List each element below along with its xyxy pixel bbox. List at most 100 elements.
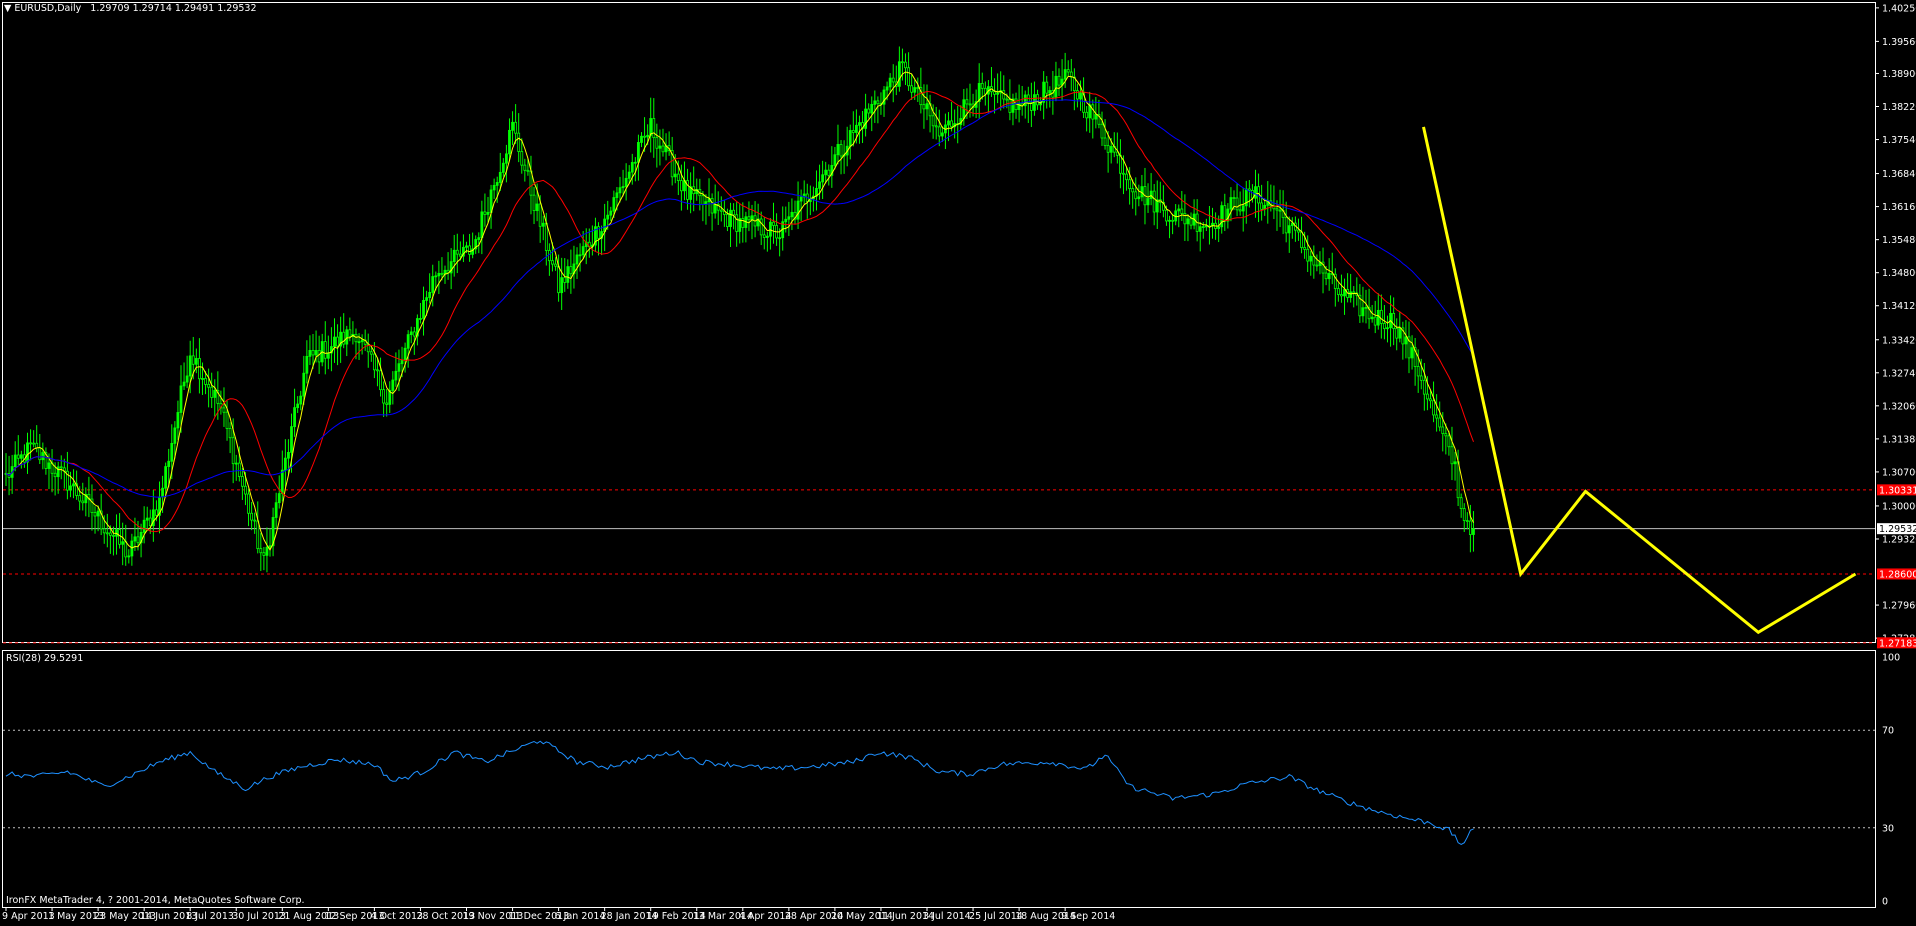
candle-body (1091, 104, 1095, 120)
candle-body (477, 237, 481, 240)
candle-body (314, 350, 318, 356)
candle-body (259, 548, 263, 554)
candle-body (1171, 219, 1174, 222)
candle-body (1275, 208, 1279, 211)
candle-body (379, 370, 382, 391)
candle-body (296, 403, 300, 409)
candle-body (784, 218, 788, 223)
candle-body (1404, 336, 1408, 345)
candle-body (517, 132, 521, 152)
candle-body (1303, 247, 1307, 250)
candle-body (142, 519, 146, 533)
candle-body (489, 189, 493, 213)
candle-body (1109, 146, 1113, 153)
candle-body (376, 369, 379, 372)
candle-body (713, 203, 717, 214)
candle-body (155, 509, 158, 516)
candle-body (778, 237, 782, 240)
candle-body (891, 77, 895, 83)
rsi-tick-label: 0 (1882, 897, 1888, 908)
candle-body (391, 379, 395, 391)
candle-body (121, 541, 125, 545)
candle-body (535, 203, 539, 211)
candle-body (633, 161, 637, 164)
candle-body (658, 145, 662, 149)
candle-body (873, 100, 877, 105)
candle-body (934, 125, 938, 128)
candle-body (910, 85, 914, 93)
candle-body (1125, 173, 1128, 181)
candle-body (1235, 197, 1239, 211)
price-tick-label: 1.39560 (1882, 37, 1916, 48)
candle-body (81, 500, 85, 504)
candle-body (1201, 226, 1205, 228)
candle-body (1315, 264, 1319, 267)
candle-body (207, 383, 211, 388)
candle-body (750, 215, 754, 221)
chart-canvas[interactable]: 1.40250 1.39560 1.38900 1.38220 1.37540 1.368… (0, 0, 1916, 926)
candle-body (342, 331, 346, 345)
candle-body (661, 145, 665, 153)
candle-body (293, 407, 296, 428)
rsi-title: RSI(28) 29.5291 (6, 653, 83, 664)
candle-body (1447, 435, 1451, 448)
time-tick-label: 4 Apr 2014 (739, 911, 792, 922)
candle-body (468, 245, 471, 255)
candle-body (1054, 75, 1058, 98)
candle-body (299, 395, 303, 405)
candle-body (836, 144, 840, 156)
candle-body (290, 426, 293, 453)
candle-body (1223, 205, 1227, 222)
candle-body (256, 520, 260, 549)
candle-body (993, 91, 996, 95)
candle-body (1134, 191, 1138, 200)
candle-body (901, 61, 904, 64)
time-tick-label: 9 Apr 2013 (2, 911, 55, 922)
candle-body (1177, 208, 1181, 212)
candle-body (422, 300, 425, 319)
candle-body (1254, 186, 1257, 199)
candle-body (888, 77, 892, 88)
candle-body (1128, 179, 1132, 189)
candle-body (508, 129, 511, 155)
candle-body (833, 154, 837, 166)
candle-body (498, 171, 502, 183)
candle-body (726, 214, 729, 227)
candle-body (649, 118, 653, 136)
candle-body (53, 472, 57, 478)
candle-body (1336, 288, 1340, 295)
candle-body (412, 331, 416, 337)
candle-body (796, 200, 800, 220)
candle-body (922, 104, 926, 110)
candle-body (302, 372, 306, 397)
candle-body (78, 495, 82, 502)
candle-body (425, 297, 428, 301)
candle-body (228, 428, 232, 439)
candle-body (204, 378, 207, 385)
level-label-text: 1.28600 (1879, 569, 1916, 580)
candle-body (931, 115, 935, 127)
candle-body (1392, 312, 1396, 329)
candle-body (213, 390, 217, 398)
candle-body (1373, 316, 1377, 326)
candle-body (345, 329, 349, 345)
candle-body (858, 122, 861, 126)
candle-body (1419, 375, 1423, 381)
candle-body (194, 358, 198, 365)
candle-body (333, 336, 336, 348)
candle-body (913, 87, 917, 93)
candle-body (188, 355, 192, 377)
candle-body (1238, 209, 1242, 212)
price-tick-label: 1.34120 (1882, 301, 1916, 312)
collapse-triangle-icon[interactable]: ▼ (4, 3, 11, 14)
candle-body (179, 385, 183, 413)
candle-body (369, 351, 373, 355)
candle-body (1103, 137, 1107, 147)
candle-body (821, 174, 825, 183)
rsi-tick-label: 70 (1882, 726, 1894, 737)
candle-body (897, 61, 901, 87)
candle-body (148, 517, 152, 527)
candle-body (1186, 218, 1190, 225)
candle-body (701, 195, 705, 205)
candle-body (1456, 461, 1460, 499)
